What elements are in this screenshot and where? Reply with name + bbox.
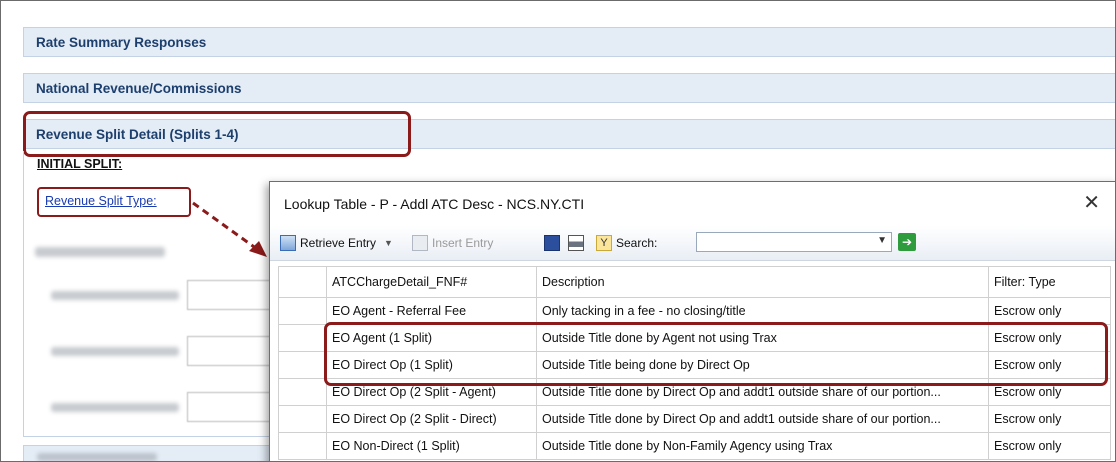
lookup-table: ATCChargeDetail_FNF# Description Filter:…: [278, 266, 1111, 460]
column-header[interactable]: Description: [536, 266, 989, 298]
table-row[interactable]: EO Direct Op (2 Split - Direct) Outside …: [278, 405, 1111, 433]
print-icon: [568, 235, 584, 251]
search-input[interactable]: ▼: [696, 232, 892, 252]
table-row[interactable]: EO Direct Op (2 Split - Agent) Outside T…: [278, 378, 1111, 406]
column-header[interactable]: ATCChargeDetail_FNF#: [326, 266, 537, 298]
table-cell: Escrow only: [988, 432, 1111, 460]
blurred-field-label: [51, 403, 179, 412]
retrieve-entry-button[interactable]: Retrieve Entry ▼: [280, 234, 393, 252]
table-header-row: ATCChargeDetail_FNF# Description Filter:…: [278, 266, 1111, 298]
table-icon: [280, 235, 296, 251]
row-selector[interactable]: [278, 432, 327, 460]
insert-icon: [412, 235, 428, 251]
row-selector-header: [278, 266, 327, 298]
close-icon[interactable]: ✕: [1083, 191, 1100, 215]
table-cell: EO Direct Op (2 Split - Direct): [326, 405, 537, 433]
chevron-down-icon[interactable]: ▼: [877, 235, 887, 246]
insert-entry-label: Insert Entry: [432, 236, 494, 250]
table-row[interactable]: EO Agent - Referral Fee Only tacking in …: [278, 297, 1111, 325]
table-cell: Only tacking in a fee - no closing/title: [536, 297, 989, 325]
insert-entry-button[interactable]: Insert Entry: [412, 234, 493, 252]
row-selector[interactable]: [278, 324, 327, 352]
blurred-field-box: [187, 392, 279, 422]
print-button[interactable]: [568, 234, 584, 252]
table-cell: EO Agent - Referral Fee: [326, 297, 537, 325]
table-row[interactable]: EO Agent (1 Split) Outside Title done by…: [278, 324, 1111, 352]
row-selector[interactable]: [278, 351, 327, 379]
table-cell: Escrow only: [988, 297, 1111, 325]
revenue-split-type-link[interactable]: Revenue Split Type:: [37, 187, 191, 217]
blurred-field-label: [51, 347, 179, 356]
row-selector[interactable]: [278, 297, 327, 325]
table-row[interactable]: EO Direct Op (1 Split) Outside Title bei…: [278, 351, 1111, 379]
dashed-arrow: [192, 201, 267, 257]
save-button[interactable]: [544, 234, 560, 252]
table-cell: Outside Title done by Direct Op and addt…: [536, 405, 989, 433]
table-cell: EO Non-Direct (1 Split): [326, 432, 537, 460]
search-label: Search:: [616, 236, 658, 250]
go-arrow-icon[interactable]: ➔: [898, 233, 916, 251]
table-cell: Outside Title done by Non-Family Agency …: [536, 432, 989, 460]
table-cell: Outside Title being done by Direct Op: [536, 351, 989, 379]
panel-national-revenue-commissions[interactable]: National Revenue/Commissions: [23, 73, 1115, 103]
table-cell: EO Direct Op (2 Split - Agent): [326, 378, 537, 406]
table-cell: Escrow only: [988, 324, 1111, 352]
blurred-additional-splits-label: [35, 247, 165, 257]
funnel-icon: Y: [596, 235, 612, 251]
initial-split-label: INITIAL SPLIT:: [37, 157, 123, 171]
column-header[interactable]: Filter: Type: [988, 266, 1111, 298]
dialog-title: Lookup Table - P - Addl ATC Desc - NCS.N…: [284, 196, 585, 212]
table-cell: Outside Title done by Direct Op and addt…: [536, 378, 989, 406]
panel-revenue-split-detail[interactable]: Revenue Split Detail (Splits 1-4): [23, 119, 1115, 149]
blurred-panel-title: [37, 453, 157, 461]
table-cell: EO Direct Op (1 Split): [326, 351, 537, 379]
main-window: Rate Summary Responses National Revenue/…: [0, 0, 1116, 462]
table-row[interactable]: EO Non-Direct (1 Split) Outside Title do…: [278, 432, 1111, 460]
row-selector[interactable]: [278, 378, 327, 406]
blurred-field-box: [187, 280, 279, 310]
lookup-dialog: Lookup Table - P - Addl ATC Desc - NCS.N…: [269, 181, 1115, 461]
filter-button[interactable]: Y Search:: [596, 234, 657, 252]
retrieve-entry-label: Retrieve Entry: [300, 236, 377, 250]
blurred-field-box: [187, 336, 279, 366]
table-cell: EO Agent (1 Split): [326, 324, 537, 352]
table-cell: Escrow only: [988, 405, 1111, 433]
chevron-down-icon: ▼: [384, 238, 393, 248]
table-cell: Escrow only: [988, 351, 1111, 379]
blurred-field-label: [51, 291, 179, 300]
panel-rate-summary-responses[interactable]: Rate Summary Responses: [23, 27, 1115, 57]
dialog-toolbar: Retrieve Entry ▼ Insert Entry Y Search: …: [270, 226, 1115, 261]
table-cell: Outside Title done by Agent not using Tr…: [536, 324, 989, 352]
save-icon: [544, 235, 560, 251]
row-selector[interactable]: [278, 405, 327, 433]
table-cell: Escrow only: [988, 378, 1111, 406]
